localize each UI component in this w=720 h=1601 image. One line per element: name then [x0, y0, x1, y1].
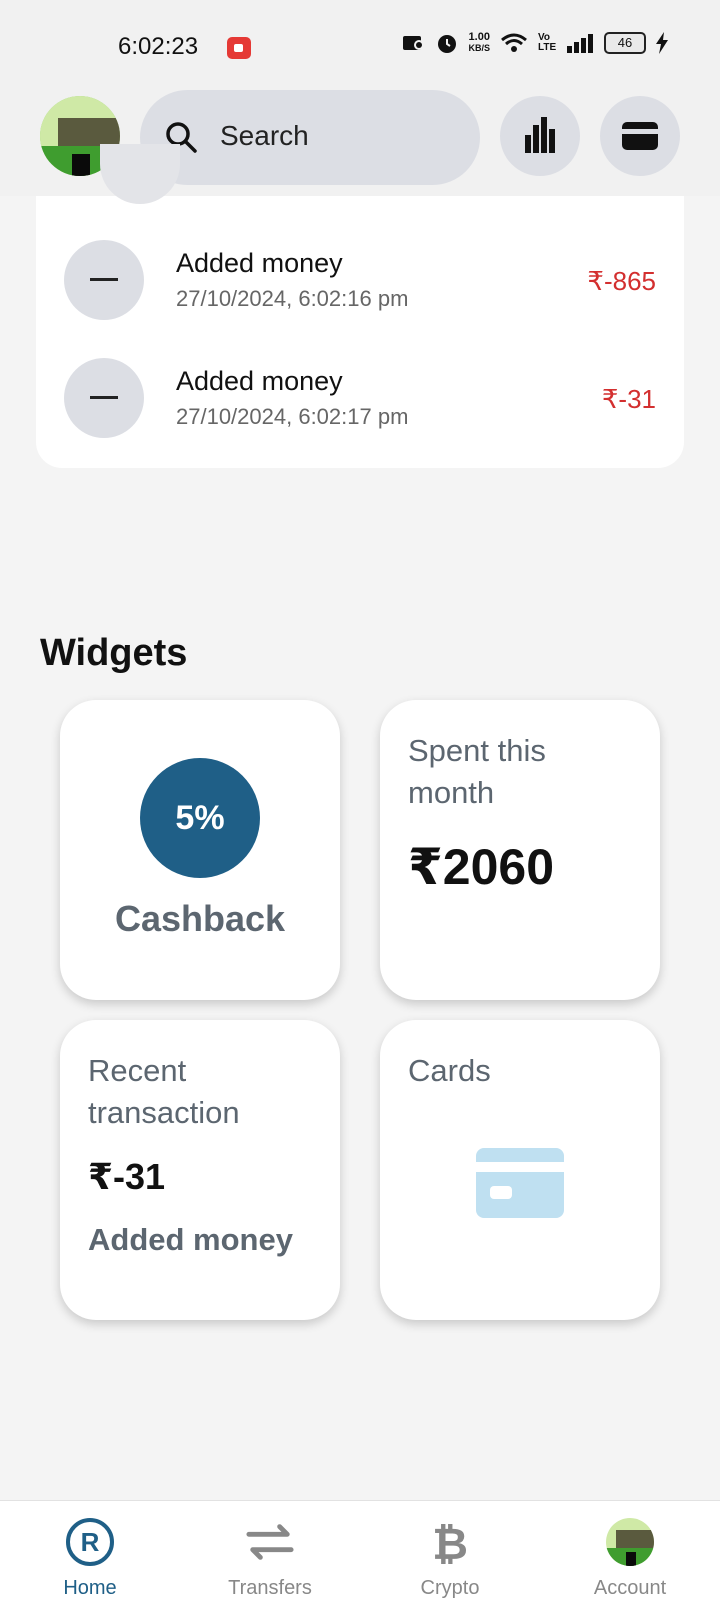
transaction-row[interactable]: Added money 27/10/2024, 6:02:16 pm ₹-865: [36, 240, 684, 330]
recent-label: Recent transaction: [88, 1053, 240, 1130]
nav-label: Transfers: [228, 1577, 312, 1599]
spent-amount: ₹2060: [408, 839, 555, 895]
screen-record-icon: [227, 37, 251, 59]
nav-label: Crypto: [420, 1577, 480, 1599]
charging-icon: [656, 32, 668, 54]
cashback-percent: 5%: [140, 758, 260, 878]
transactions-list: Added money 27/10/2024, 6:02:16 pm ₹-865…: [36, 144, 684, 468]
search-bar[interactable]: Search: [140, 90, 480, 185]
cards-widget[interactable]: Cards: [380, 1020, 660, 1320]
status-icons: 1.00 KB/S Vo LTE 46: [402, 32, 668, 54]
analytics-button[interactable]: [500, 96, 580, 176]
transfer-arrows-icon: [245, 1517, 295, 1567]
nav-crypto[interactable]: ₿ Crypto: [360, 1501, 540, 1601]
bottom-navigation: R Home Transfers ₿ Crypto Account: [0, 1500, 720, 1601]
card-icon: [622, 122, 658, 150]
transaction-row[interactable]: Added money 27/10/2024, 6:02:17 pm ₹-31: [36, 358, 684, 448]
cards-label: Cards: [408, 1053, 491, 1088]
wifi-icon: [501, 33, 527, 52]
widgets-heading: Widgets: [40, 632, 188, 674]
credit-card-icon: [476, 1148, 564, 1218]
transaction-title: Added money: [176, 366, 343, 396]
transaction-date: 27/10/2024, 6:02:16 pm: [176, 286, 409, 311]
battery-indicator: 46: [604, 32, 646, 54]
cashback-label: Cashback: [114, 898, 286, 939]
cards-button[interactable]: [600, 96, 680, 176]
recent-amount: ₹-31: [88, 1156, 166, 1197]
registered-icon: R: [65, 1517, 115, 1567]
search-placeholder: Search: [220, 120, 309, 151]
minus-icon: [64, 240, 144, 320]
spent-widget[interactable]: Spent this month ₹2060: [380, 700, 660, 1000]
svg-text:R: R: [81, 1527, 100, 1557]
status-time: 6:02:23: [118, 33, 199, 60]
nav-home[interactable]: R Home: [0, 1501, 180, 1601]
bitcoin-icon: ₿: [425, 1517, 475, 1567]
minus-icon: [64, 358, 144, 438]
nav-account[interactable]: Account: [540, 1501, 720, 1601]
signal-icon: [567, 34, 593, 53]
volte-label: Vo LTE: [538, 32, 557, 53]
svg-text:₿: ₿: [432, 1519, 468, 1567]
notification-icon: [403, 36, 425, 50]
recent-description: Added money: [88, 1222, 293, 1257]
nav-label: Home: [63, 1577, 117, 1599]
account-avatar: [605, 1517, 655, 1567]
status-bar: 6:02:23 1.00 KB/S Vo LTE 46: [0, 0, 720, 90]
alarm-icon: [438, 35, 457, 53]
bar-chart-icon: [525, 117, 555, 153]
transaction-title: Added money: [176, 248, 343, 278]
nav-transfers[interactable]: Transfers: [180, 1501, 360, 1601]
recent-transaction-widget[interactable]: Recent transaction ₹-31 Added money: [60, 1020, 340, 1320]
transaction-amount: ₹-31: [601, 384, 656, 414]
transaction-date: 27/10/2024, 6:02:17 pm: [176, 404, 409, 429]
network-speed: 1.00 KB/S: [468, 31, 490, 54]
cashback-widget[interactable]: 5% Cashback: [60, 700, 340, 1000]
spent-label: Spent this month: [408, 733, 546, 810]
nav-label: Account: [593, 1577, 667, 1599]
transaction-amount: ₹-865: [587, 266, 656, 296]
